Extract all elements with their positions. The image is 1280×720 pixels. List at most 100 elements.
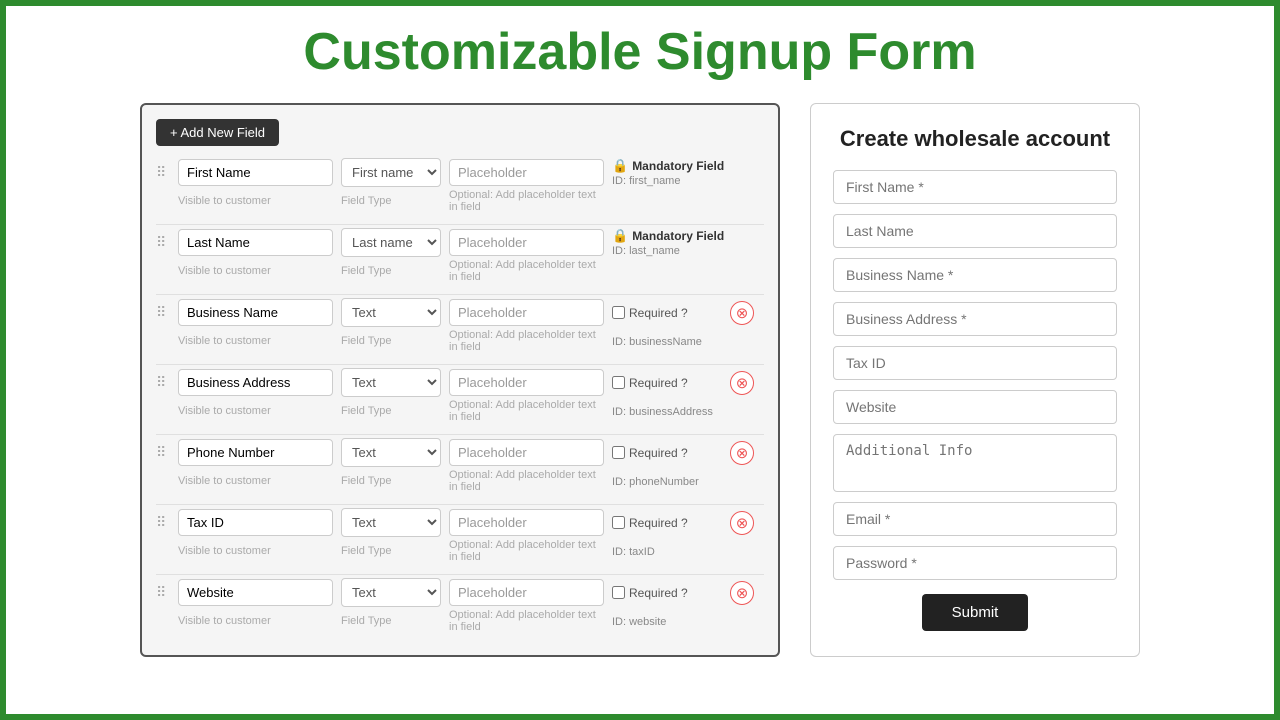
visible-label: Visible to customer — [178, 475, 333, 487]
field-type-select[interactable]: Last name — [341, 228, 441, 257]
placeholder-hint: Optional: Add placeholder text in field — [449, 609, 604, 633]
field-row: ⠿ Text Required ? ⊗ Visible to customer … — [156, 508, 764, 563]
drag-handle-icon: ⠿ — [156, 374, 170, 391]
last-name-input[interactable] — [833, 214, 1117, 248]
field-id-text: ID: businessName — [612, 336, 702, 348]
placeholder-hint: Optional: Add placeholder text in field — [449, 329, 604, 353]
main-container: Customizable Signup Form + Add New Field… — [6, 6, 1274, 714]
field-id-text: ID: first_name — [612, 175, 732, 187]
lock-icon: 🔒 — [612, 158, 628, 174]
field-name-input[interactable] — [178, 229, 333, 256]
visible-label: Visible to customer — [178, 615, 333, 627]
visible-label: Visible to customer — [178, 195, 333, 207]
required-label: Required ? — [629, 306, 688, 320]
placeholder-hint: Optional: Add placeholder text in field — [449, 399, 604, 423]
field-type-select[interactable]: Text — [341, 298, 441, 327]
add-field-button[interactable]: + Add New Field — [156, 119, 279, 146]
visible-label: Visible to customer — [178, 545, 333, 557]
business-name-input[interactable] — [833, 258, 1117, 292]
field-id-text: ID: phoneNumber — [612, 476, 699, 488]
field-type-select[interactable]: Text — [341, 368, 441, 397]
field-name-input[interactable] — [178, 509, 333, 536]
field-type-label: Field Type — [341, 615, 441, 627]
field-type-label: Field Type — [341, 195, 441, 207]
first-name-input[interactable] — [833, 170, 1117, 204]
required-label: Required ? — [629, 516, 688, 530]
additional-info-textarea[interactable] — [833, 434, 1117, 492]
submit-button[interactable]: Submit — [922, 594, 1029, 631]
required-row: Required ? — [612, 306, 722, 320]
field-type-select[interactable]: Text — [341, 508, 441, 537]
required-checkbox[interactable] — [612, 516, 625, 529]
field-placeholder-input[interactable] — [449, 299, 604, 326]
drag-handle-icon: ⠿ — [156, 444, 170, 461]
field-row: ⠿ Last name 🔒 Mandatory Field ID: last_n… — [156, 228, 764, 283]
visible-label: Visible to customer — [178, 265, 333, 277]
field-id-text: ID: businessAddress — [612, 406, 713, 418]
field-placeholder-input[interactable] — [449, 439, 604, 466]
drag-handle-icon: ⠿ — [156, 514, 170, 531]
field-type-label: Field Type — [341, 265, 441, 277]
mandatory-label-text: Mandatory Field — [632, 229, 724, 243]
required-label: Required ? — [629, 376, 688, 390]
required-checkbox[interactable] — [612, 446, 625, 459]
field-placeholder-input[interactable] — [449, 369, 604, 396]
right-panel: Create wholesale account Submit — [810, 103, 1140, 657]
delete-field-button[interactable]: ⊗ — [730, 301, 754, 325]
field-row: ⠿ Text Required ? ⊗ Visible to customer … — [156, 368, 764, 423]
website-input[interactable] — [833, 390, 1117, 424]
tax-id-input[interactable] — [833, 346, 1117, 380]
field-id-text: ID: taxID — [612, 546, 655, 558]
delete-field-button[interactable]: ⊗ — [730, 371, 754, 395]
email-input[interactable] — [833, 502, 1117, 536]
field-type-label: Field Type — [341, 335, 441, 347]
placeholder-hint: Optional: Add placeholder text in field — [449, 259, 604, 283]
delete-field-button[interactable]: ⊗ — [730, 511, 754, 535]
lock-icon: 🔒 — [612, 228, 628, 244]
field-placeholder-input[interactable] — [449, 579, 604, 606]
field-placeholder-input[interactable] — [449, 159, 604, 186]
field-type-select[interactable]: First name — [341, 158, 441, 187]
visible-label: Visible to customer — [178, 335, 333, 347]
field-name-input[interactable] — [178, 369, 333, 396]
field-type-select[interactable]: Text — [341, 438, 441, 467]
password-input[interactable] — [833, 546, 1117, 580]
drag-handle-icon: ⠿ — [156, 234, 170, 251]
field-name-input[interactable] — [178, 439, 333, 466]
field-name-input[interactable] — [178, 579, 333, 606]
drag-handle-icon: ⠿ — [156, 304, 170, 321]
required-label: Required ? — [629, 586, 688, 600]
required-checkbox[interactable] — [612, 306, 625, 319]
field-type-select[interactable]: Text — [341, 578, 441, 607]
delete-field-button[interactable]: ⊗ — [730, 441, 754, 465]
field-placeholder-input[interactable] — [449, 229, 604, 256]
form-title: Create wholesale account — [833, 126, 1117, 152]
field-type-label: Field Type — [341, 475, 441, 487]
field-name-input[interactable] — [178, 299, 333, 326]
delete-field-button[interactable]: ⊗ — [730, 581, 754, 605]
field-id-text: ID: website — [612, 616, 666, 628]
field-placeholder-input[interactable] — [449, 509, 604, 536]
field-mandatory: 🔒 Mandatory Field ID: last_name — [612, 228, 732, 257]
field-type-label: Field Type — [341, 545, 441, 557]
required-row: Required ? — [612, 376, 722, 390]
field-type-label: Field Type — [341, 405, 441, 417]
required-label: Required ? — [629, 446, 688, 460]
panels-row: + Add New Field ⠿ First name 🔒 Mandatory… — [36, 103, 1244, 657]
business-address-input[interactable] — [833, 302, 1117, 336]
placeholder-hint: Optional: Add placeholder text in field — [449, 189, 604, 213]
drag-handle-icon: ⠿ — [156, 584, 170, 601]
page-title: Customizable Signup Form — [303, 24, 976, 81]
required-row: Required ? — [612, 586, 722, 600]
required-checkbox[interactable] — [612, 376, 625, 389]
field-id-text: ID: last_name — [612, 245, 732, 257]
mandatory-label-text: Mandatory Field — [632, 159, 724, 173]
left-panel: + Add New Field ⠿ First name 🔒 Mandatory… — [140, 103, 780, 657]
field-mandatory: 🔒 Mandatory Field ID: first_name — [612, 158, 732, 187]
required-checkbox[interactable] — [612, 586, 625, 599]
field-name-input[interactable] — [178, 159, 333, 186]
required-row: Required ? — [612, 516, 722, 530]
drag-handle-icon: ⠿ — [156, 164, 170, 181]
field-row: ⠿ Text Required ? ⊗ Visible to customer — [156, 298, 764, 353]
visible-label: Visible to customer — [178, 405, 333, 417]
